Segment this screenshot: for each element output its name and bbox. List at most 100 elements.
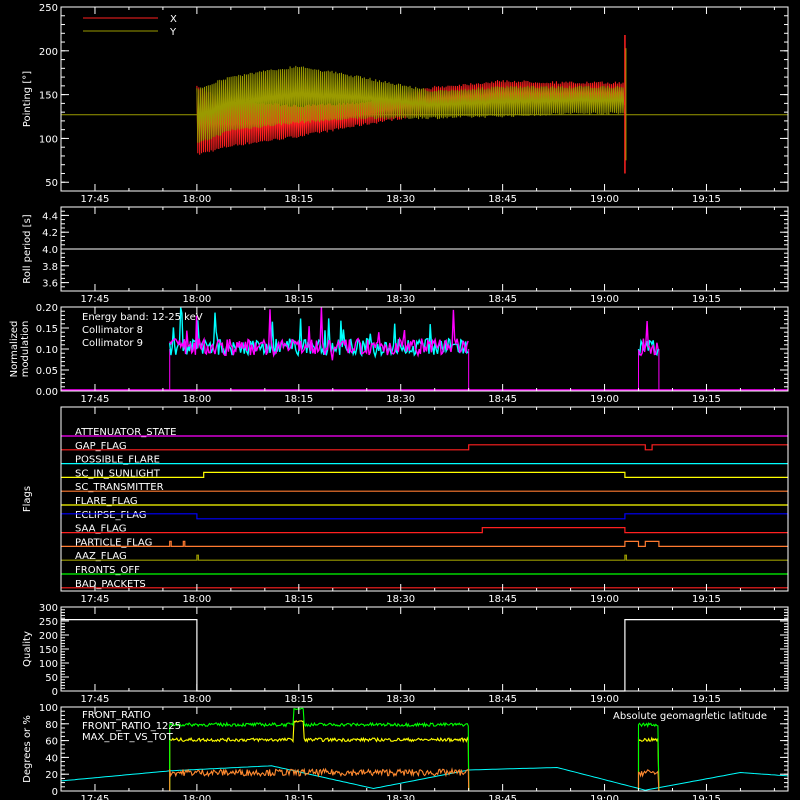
x-tick-label: 18:45: [488, 194, 517, 205]
x-tick-label: 18:45: [488, 594, 517, 605]
y-tick-label: 60: [45, 737, 58, 748]
y-tick-label: 4.0: [42, 245, 58, 256]
energy-band-label: Energy band: 12-25 keV: [82, 312, 203, 323]
x-tick-label: 19:00: [590, 694, 619, 705]
y-tick-label: 4.4: [42, 211, 58, 222]
x-tick-label: 19:00: [590, 194, 619, 205]
ratios-panel: 17:45 18:00 18:15 18:30 18:45 19:00 19:15 0 20 40…: [22, 703, 789, 800]
x-tick-label: 18:30: [386, 694, 415, 705]
flag-trace: [61, 554, 788, 561]
x-tick-label: 19:00: [590, 794, 619, 800]
x-tick-label: 18:15: [284, 394, 313, 405]
y-tick-label: 20: [45, 770, 58, 781]
y-axis-label: Normalized: [9, 321, 20, 378]
x-tick-label: 19:15: [692, 594, 721, 605]
y-axis-label: Roll period [s]: [22, 214, 33, 283]
flag-trace: [60, 513, 789, 520]
legend-label: FRONT_RATIO_1225: [82, 721, 181, 732]
flag-label: ECLIPSE_FLAG: [75, 510, 146, 521]
y-tick-label: 3.8: [42, 262, 58, 273]
y-tick-label: 250: [39, 617, 58, 628]
x-tick-label: 17:45: [81, 394, 110, 405]
ratio-series: [169, 767, 470, 792]
x-tick-label: 18:15: [284, 194, 313, 205]
y-tick-label: 50: [45, 673, 58, 684]
x-tick-label: 18:15: [284, 694, 313, 705]
y-tick-label: 100: [39, 659, 58, 670]
pointing-panel: 17:45 18:00 18:15 18:30 18:45 19:00 19:15 50 100…: [22, 3, 789, 205]
legend-label: Collimator 8: [82, 325, 143, 336]
ratio-series: [169, 719, 470, 792]
x-tick-label: 18:00: [182, 394, 211, 405]
y-axis-label: modulation: [20, 321, 31, 378]
x-tick-label: 18:00: [182, 294, 211, 305]
x-tick-label: 18:15: [284, 294, 313, 305]
y-axis-label: Pointing [°]: [22, 71, 33, 127]
y-tick-label: 50: [45, 178, 58, 189]
y-tick-label: 100: [39, 134, 58, 145]
roll-period-panel: 17:45 18:00 18:15 18:30 18:45 19:00 19:15 3.6 3.…: [22, 206, 789, 305]
x-tick-label: 17:45: [81, 694, 110, 705]
modulation-panel: 17:45 18:00 18:15 18:30 18:45 19:00 19:15 0.00 0…: [9, 303, 789, 405]
y-tick-label: 200: [39, 631, 58, 642]
y-axis-label: Flags: [22, 486, 33, 512]
y-tick-label: 100: [39, 703, 58, 714]
legend-label: Collimator 9: [82, 338, 143, 349]
x-tick-label: 18:45: [488, 394, 517, 405]
x-tick-label: 18:45: [488, 794, 517, 800]
x-tick-label: 17:45: [81, 594, 110, 605]
y-tick-label: 4.2: [42, 228, 58, 239]
flag-trace: [61, 444, 789, 451]
legend-label: MAX_DET_VS_TOT: [82, 732, 174, 743]
y-tick-label: 150: [39, 645, 58, 656]
x-tick-label: 18:45: [488, 694, 517, 705]
y-tick-label: 0.10: [36, 345, 58, 356]
x-tick-label: 17:45: [81, 294, 110, 305]
x-tick-label: 18:15: [284, 594, 313, 605]
y-tick-label: 0: [52, 687, 58, 698]
x-tick-label: 18:30: [386, 794, 415, 800]
y-tick-label: 250: [39, 3, 58, 14]
quality-line: [61, 618, 788, 692]
x-tick-label: 19:15: [692, 394, 721, 405]
y-tick-label: 200: [39, 47, 58, 58]
x-tick-label: 18:15: [284, 794, 313, 800]
x-tick-label: 18:00: [182, 594, 211, 605]
x-tick-label: 17:45: [81, 794, 110, 800]
y-tick-label: 0.00: [36, 387, 58, 398]
x-tick-label: 18:00: [182, 794, 211, 800]
x-tick-label: 18:30: [386, 394, 415, 405]
y-tick-label: 0.20: [36, 303, 58, 314]
x-tick-label: 17:45: [81, 194, 110, 205]
x-tick-label: 19:15: [692, 794, 721, 800]
x-tick-label: 18:45: [488, 294, 517, 305]
flag-trace: [61, 527, 788, 534]
ratio-series: [637, 736, 660, 792]
multi-panel-chart: 17:45 18:00 18:15 18:30 18:45 19:00 19:15 50 100…: [9, 3, 789, 800]
legend-label: Y: [169, 27, 177, 38]
x-tick-label: 18:30: [386, 294, 415, 305]
y-axis-label: Quality: [22, 631, 33, 667]
x-tick-label: 19:00: [590, 594, 619, 605]
y-tick-label: 150: [39, 91, 58, 102]
y-tick-label: 300: [39, 603, 58, 614]
x-tick-label: 18:30: [386, 194, 415, 205]
y-tick-label: 80: [45, 720, 58, 731]
flags-panel: ATTENUATOR_STATEGAP_FLAGPOSSIBLE_FLARESC…: [22, 406, 789, 605]
y-tick-label: 0.05: [36, 366, 58, 377]
x-tick-label: 18:00: [182, 694, 211, 705]
flag-trace: [61, 540, 788, 547]
y-tick-label: 0: [52, 787, 58, 798]
x-tick-label: 19:15: [692, 194, 721, 205]
x-tick-label: 19:15: [692, 294, 721, 305]
geomagnetic-latitude-annotation: Absolute geomagnetic latitude: [613, 711, 767, 722]
x-tick-label: 18:30: [386, 594, 415, 605]
x-tick-label: 18:00: [182, 194, 211, 205]
y-tick-label: 40: [45, 753, 58, 764]
y-axis-label: Degrees or %: [22, 715, 33, 783]
flag-trace: [61, 471, 788, 478]
x-tick-label: 19:00: [590, 294, 619, 305]
quality-panel: 17:45 18:00 18:15 18:30 18:45 19:00 19:15 0 50 10…: [22, 603, 789, 705]
legend-label: X: [170, 14, 177, 25]
legend-label: FRONT_RATIO: [82, 710, 151, 721]
